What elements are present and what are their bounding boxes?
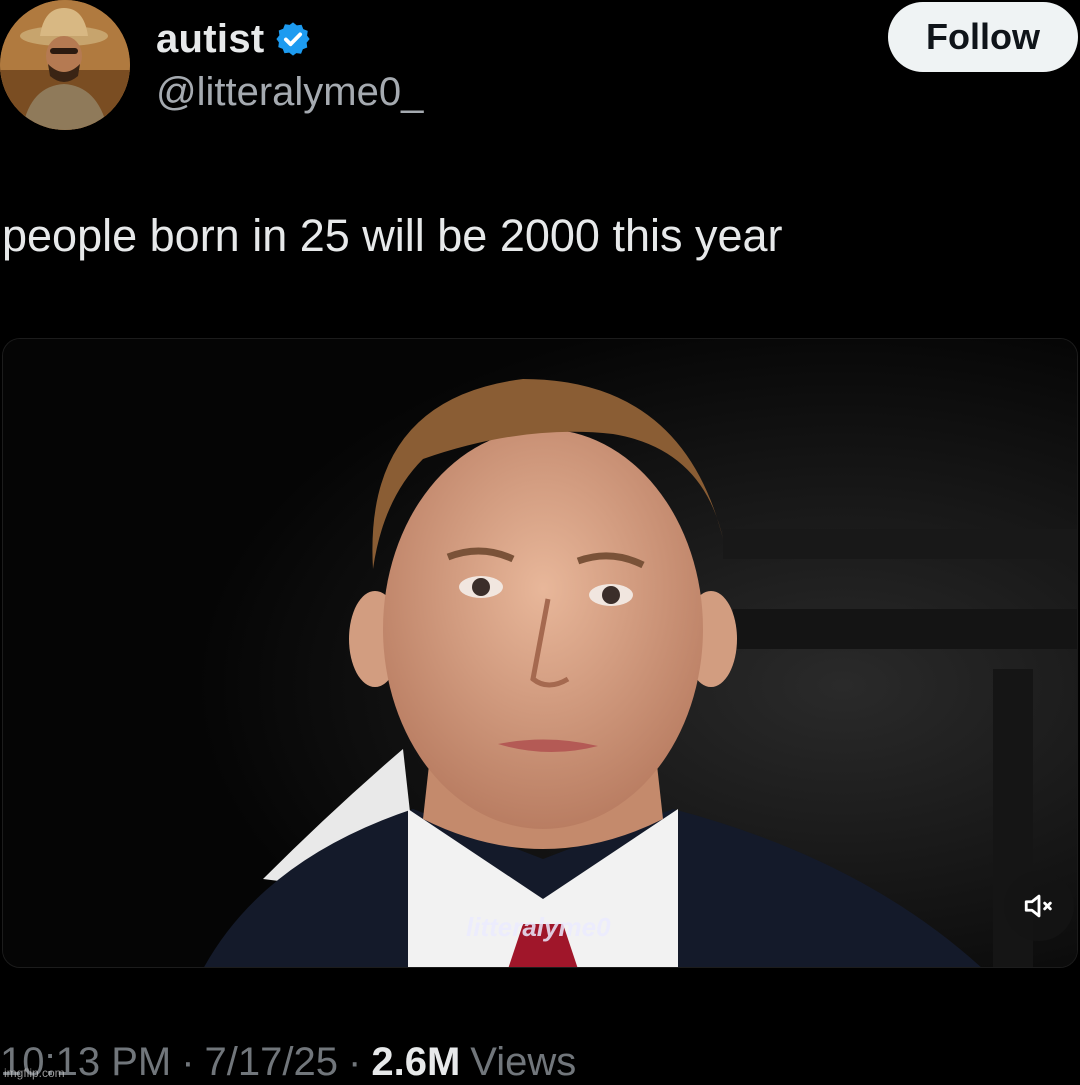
video-player[interactable] (2, 338, 1078, 968)
tweet-text: people born in 25 will be 2000 this year (2, 210, 783, 261)
meta-separator: · (181, 1040, 195, 1084)
display-name[interactable]: autist (156, 17, 264, 62)
video-watermark: litteralyme0 (466, 912, 611, 942)
imgflip-watermark: imgflip.com (4, 1066, 65, 1080)
author-name-row: autist (156, 14, 312, 64)
views-count[interactable]: 2.6M (371, 1040, 460, 1085)
views-label: Views (470, 1040, 577, 1084)
author-handle[interactable]: @litteralyme0_ (156, 70, 423, 115)
tweet-meta: 10:13 PM · 7/17/25 · 2.6M Views (0, 1040, 576, 1085)
avatar[interactable] (0, 0, 130, 130)
avatar-image (0, 0, 130, 130)
volume-muted-icon (1024, 894, 1052, 918)
tweet-date[interactable]: 7/17/25 (205, 1040, 338, 1085)
mute-toggle-button[interactable] (1004, 871, 1074, 941)
verified-badge-icon (274, 20, 312, 58)
tweet-header: autist @litteralyme0_ Follow (0, 0, 1080, 140)
video-frame (3, 339, 1077, 967)
follow-button[interactable]: Follow (888, 2, 1078, 72)
meta-separator: · (348, 1040, 362, 1084)
